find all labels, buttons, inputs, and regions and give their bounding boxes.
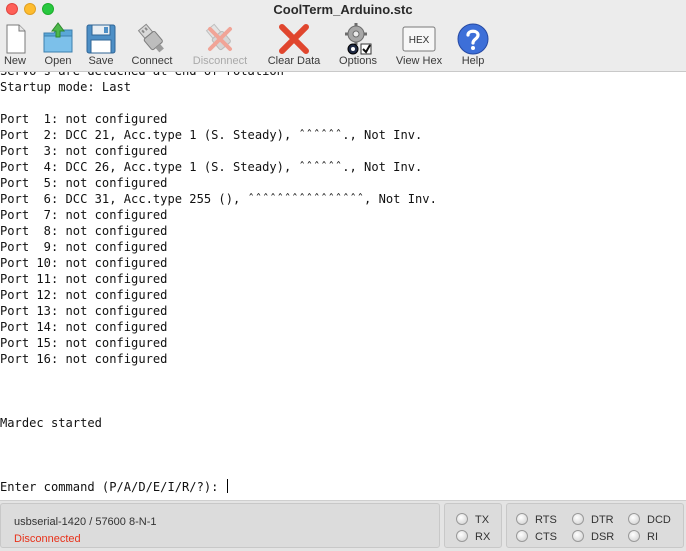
terminal-line: Port 4: DCC 26, Acc.type 1 (S. Steady), … bbox=[0, 160, 423, 174]
terminal-line: Port 10: not configured bbox=[0, 256, 168, 270]
open-button[interactable]: Open bbox=[40, 21, 76, 69]
terminal-line: Port 16: not configured bbox=[0, 352, 168, 366]
rts-indicator-icon bbox=[516, 513, 528, 525]
terminal-line: Servo's are detached at end of rotation bbox=[0, 71, 284, 78]
dcd-indicator-icon bbox=[628, 513, 640, 525]
signal-lines-panel: RTS CTS DTR DSR DCD RI bbox=[506, 503, 684, 548]
open-folder-icon bbox=[43, 22, 73, 53]
terminal-line: Port 13: not configured bbox=[0, 304, 168, 318]
terminal-line: Startup mode: Last bbox=[0, 80, 132, 94]
disconnect-label: Disconnect bbox=[192, 55, 248, 67]
txrx-panel: TX RX bbox=[444, 503, 502, 548]
options-button[interactable]: Options bbox=[335, 21, 381, 69]
hex-view-icon: HEX bbox=[402, 26, 436, 52]
connect-label: Connect bbox=[131, 55, 173, 67]
terminal-output[interactable]: Servo's are detached at end of rotation … bbox=[0, 71, 686, 500]
terminal-line: Port 1: not configured bbox=[0, 112, 168, 126]
terminal-line: Port 2: DCC 21, Acc.type 1 (S. Steady), … bbox=[0, 128, 423, 142]
clear-x-icon bbox=[279, 24, 309, 54]
terminal-line: Port 15: not configured bbox=[0, 336, 168, 350]
toolbar: New Open Save Connect Disconnect Clear D… bbox=[0, 20, 686, 71]
terminal-line: Port 14: not configured bbox=[0, 320, 168, 334]
terminal-line: Port 11: not configured bbox=[0, 272, 168, 286]
cts-indicator-icon bbox=[516, 530, 528, 542]
save-button[interactable]: Save bbox=[84, 21, 118, 69]
options-label: Options bbox=[339, 55, 377, 67]
options-gear-icon bbox=[345, 23, 372, 55]
disconnect-plug-icon bbox=[205, 23, 232, 51]
dtr-indicator-icon bbox=[572, 513, 584, 525]
close-window-button[interactable] bbox=[6, 3, 18, 15]
terminal-line: Port 5: not configured bbox=[0, 176, 168, 190]
floppy-disk-icon bbox=[86, 24, 116, 54]
dcd-label: DCD bbox=[647, 514, 671, 526]
terminal-line: Port 6: DCC 31, Acc.type 255 (), ˆˆˆˆˆˆˆ… bbox=[0, 192, 437, 206]
terminal-line: Port 8: not configured bbox=[0, 224, 168, 238]
view-hex-button[interactable]: HEX View Hex bbox=[392, 21, 446, 69]
view-hex-label: View Hex bbox=[395, 55, 443, 67]
terminal-prompt-line: Enter command (P/A/D/E/I/R/?): bbox=[0, 479, 228, 495]
clear-data-button[interactable]: Clear Data bbox=[263, 21, 325, 69]
rx-label: RX bbox=[475, 531, 491, 543]
new-label: New bbox=[3, 55, 26, 67]
terminal-line: Port 12: not configured bbox=[0, 288, 168, 302]
connect-button[interactable]: Connect bbox=[128, 21, 176, 69]
save-label: Save bbox=[88, 55, 114, 67]
connection-panel: usbserial-1420 / 57600 8-N-1 Disconnecte… bbox=[0, 503, 440, 548]
hex-icon-text: HEX bbox=[409, 35, 430, 46]
tx-indicator-icon bbox=[456, 513, 468, 525]
rx-indicator-icon bbox=[456, 530, 468, 542]
ri-label: RI bbox=[647, 531, 658, 543]
text-cursor bbox=[226, 479, 228, 493]
dtr-label: DTR bbox=[591, 514, 614, 526]
open-label: Open bbox=[44, 55, 72, 67]
help-button[interactable]: Help bbox=[454, 21, 492, 69]
terminal-line: Port 3: not configured bbox=[0, 144, 168, 158]
connection-info: usbserial-1420 / 57600 8-N-1 bbox=[14, 516, 157, 528]
command-prompt: Enter command (P/A/D/E/I/R/?): bbox=[0, 480, 226, 494]
disconnect-button[interactable]: Disconnect bbox=[188, 21, 252, 69]
terminal-line: Mardec started bbox=[0, 416, 102, 430]
dsr-label: DSR bbox=[591, 531, 615, 543]
help-question-icon bbox=[457, 23, 489, 55]
terminal-line: Port 9: not configured bbox=[0, 240, 168, 254]
dsr-indicator-icon bbox=[572, 530, 584, 542]
window-title: CoolTerm_Arduino.stc bbox=[273, 2, 413, 17]
title-bar: CoolTerm_Arduino.stc bbox=[0, 0, 686, 20]
clear-data-label: Clear Data bbox=[267, 55, 321, 67]
connection-status: Disconnected bbox=[14, 533, 81, 545]
new-button[interactable]: New bbox=[0, 21, 30, 69]
zoom-window-button[interactable] bbox=[42, 3, 54, 15]
new-document-icon bbox=[6, 24, 26, 54]
rts-label: RTS bbox=[535, 514, 557, 526]
help-label: Help bbox=[461, 55, 485, 67]
ri-indicator-icon bbox=[628, 530, 640, 542]
tx-label: TX bbox=[475, 514, 490, 526]
minimize-window-button[interactable] bbox=[24, 3, 36, 15]
status-bar: usbserial-1420 / 57600 8-N-1 Disconnecte… bbox=[0, 500, 686, 551]
cts-label: CTS bbox=[535, 531, 557, 543]
terminal-line: Port 7: not configured bbox=[0, 208, 168, 222]
usb-plug-icon bbox=[137, 23, 164, 53]
